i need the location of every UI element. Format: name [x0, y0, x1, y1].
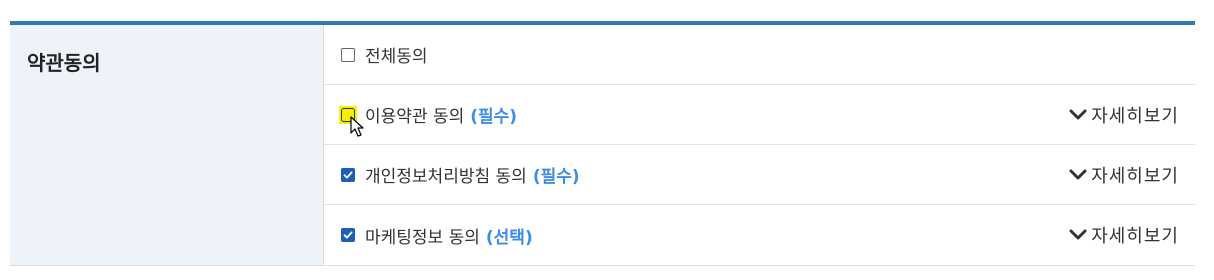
section-label: 약관동의: [10, 25, 324, 265]
privacy-checkbox[interactable]: [341, 167, 355, 182]
marketing-detail-link[interactable]: 자세히보기: [1069, 222, 1179, 248]
agree-all-label[interactable]: 전체동의: [365, 42, 428, 67]
terms-content: 전체동의 이용약관 동의 (필수) 자세히보기 개인정보처리방침 동의 (필수)…: [324, 25, 1195, 265]
mouse-cursor-icon: [350, 116, 364, 137]
privacy-label[interactable]: 개인정보처리방침 동의 (필수): [365, 162, 580, 187]
terms-service-text: 이용약관 동의: [365, 107, 465, 127]
check-icon: [343, 171, 353, 178]
agree-all-checkbox[interactable]: [341, 47, 355, 62]
required-tag: (필수): [470, 107, 518, 127]
terms-table: 약관동의 전체동의 이용약관 동의 (필수) 자세히보기 개인정보처리방침 동의…: [10, 25, 1195, 266]
terms-row-service: 이용약관 동의 (필수) 자세히보기: [324, 85, 1195, 145]
detail-label: 자세히보기: [1091, 226, 1179, 247]
privacy-detail-link[interactable]: 자세히보기: [1069, 162, 1179, 188]
agree-all-row: 전체동의: [324, 25, 1195, 85]
terms-service-detail-link[interactable]: 자세히보기: [1069, 102, 1179, 128]
terms-agreement-form: 약관동의 전체동의 이용약관 동의 (필수) 자세히보기 개인정보처리방침 동의…: [10, 21, 1195, 266]
chevron-down-icon: [1069, 169, 1087, 179]
terms-row-marketing: 마케팅정보 동의 (선택) 자세히보기: [324, 205, 1195, 265]
privacy-text: 개인정보처리방침 동의: [365, 167, 527, 187]
required-tag: (필수): [532, 167, 580, 187]
marketing-checkbox[interactable]: [341, 228, 355, 242]
detail-label: 자세히보기: [1091, 105, 1179, 127]
check-icon: [343, 231, 353, 239]
optional-tag: (선택): [485, 227, 533, 248]
chevron-down-icon: [1069, 109, 1087, 119]
detail-label: 자세히보기: [1091, 165, 1179, 187]
marketing-label[interactable]: 마케팅정보 동의 (선택): [365, 223, 533, 248]
terms-service-label[interactable]: 이용약관 동의 (필수): [365, 102, 517, 127]
chevron-down-icon: [1069, 229, 1087, 240]
marketing-text: 마케팅정보 동의: [365, 227, 480, 248]
terms-row-privacy: 개인정보처리방침 동의 (필수) 자세히보기: [324, 145, 1195, 205]
